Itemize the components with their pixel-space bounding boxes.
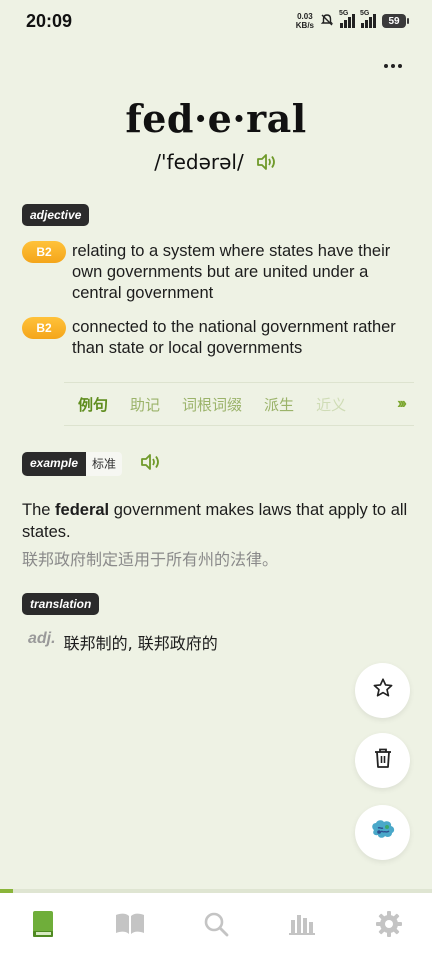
battery-level: 59 [388, 15, 400, 27]
example-highlight: federal [55, 501, 110, 519]
headword: fed·e·ral [125, 96, 307, 141]
status-bar: 20:09 0.03 KB/s 5G 5G 59 [0, 0, 432, 42]
level-badge: B2 [22, 317, 66, 339]
book-icon [31, 910, 55, 943]
tab-synonyms[interactable]: 近义 [316, 394, 346, 415]
example-sentence: The federal government makes laws that a… [22, 499, 414, 543]
tab-roots-affixes[interactable]: 词根词缀 [182, 394, 242, 415]
translation-value: 联邦制的, 联邦政府的 [63, 634, 218, 653]
trash-icon [373, 747, 393, 774]
signal-icon: 5G [360, 10, 376, 28]
sense-definition: connected to the national government rat… [72, 318, 396, 357]
open-book-icon [115, 912, 145, 941]
detail-tabs: 例句 助记 词根词缀 派生 近义 ››› [64, 382, 414, 426]
battery-icon: 59 [382, 14, 409, 28]
net-speed: 0.03 KB/s [296, 12, 314, 30]
brain-icon [369, 818, 397, 847]
search-icon [203, 911, 229, 942]
nav-wordbook[interactable] [23, 907, 63, 947]
nav-study[interactable] [110, 907, 150, 947]
sense-item: B2 connected to the national government … [22, 317, 412, 359]
mute-icon [320, 13, 334, 29]
star-icon [372, 677, 394, 704]
translation-pos: adj. [28, 630, 56, 647]
example-header: example 标准 [22, 452, 162, 476]
level-badge: B2 [22, 241, 66, 263]
speaker-icon[interactable] [256, 153, 278, 171]
memory-button[interactable] [355, 805, 410, 860]
more-tabs-arrow-icon[interactable]: ››› [397, 395, 407, 413]
sense-definition: relating to a system where states have t… [72, 242, 391, 302]
net-speed-unit: KB/s [295, 21, 314, 30]
standard-label: 标准 [86, 452, 123, 476]
gear-icon [375, 910, 403, 943]
example-translation: 联邦政府制定适用于所有州的法律。 [22, 550, 279, 569]
example-tag: example [22, 452, 87, 476]
sim1-label: 5G [339, 10, 349, 17]
translation-row: adj. 联邦制的, 联邦政府的 [28, 630, 218, 654]
nav-search[interactable] [196, 907, 236, 947]
speaker-icon[interactable] [140, 453, 162, 476]
sense-item: B2 relating to a system where states hav… [22, 241, 412, 304]
status-time: 20:09 [26, 10, 73, 31]
signal-icon: 5G [339, 10, 355, 28]
nav-settings[interactable] [369, 907, 409, 947]
tab-mnemonic[interactable]: 助记 [130, 394, 160, 415]
tab-derivatives[interactable]: 派生 [264, 394, 294, 415]
nav-stats[interactable] [282, 907, 322, 947]
example-text: The [22, 501, 56, 519]
status-icons: 0.03 KB/s 5G 5G 59 [296, 10, 409, 30]
bottom-navigation [0, 893, 432, 960]
delete-button[interactable] [355, 733, 410, 788]
translation-tag: translation [22, 593, 100, 615]
pronunciation-row: /'fedərəl/ [0, 150, 432, 174]
favorite-button[interactable] [355, 663, 410, 718]
sim2-label: 5G [360, 10, 370, 17]
more-options-button[interactable] [380, 56, 406, 76]
tab-examples[interactable]: 例句 [78, 394, 108, 415]
net-speed-value: 0.03 [297, 12, 313, 21]
part-of-speech-tag: adjective [22, 204, 90, 226]
stats-icon [288, 912, 316, 941]
pronunciation: /'fedərəl/ [154, 150, 244, 174]
